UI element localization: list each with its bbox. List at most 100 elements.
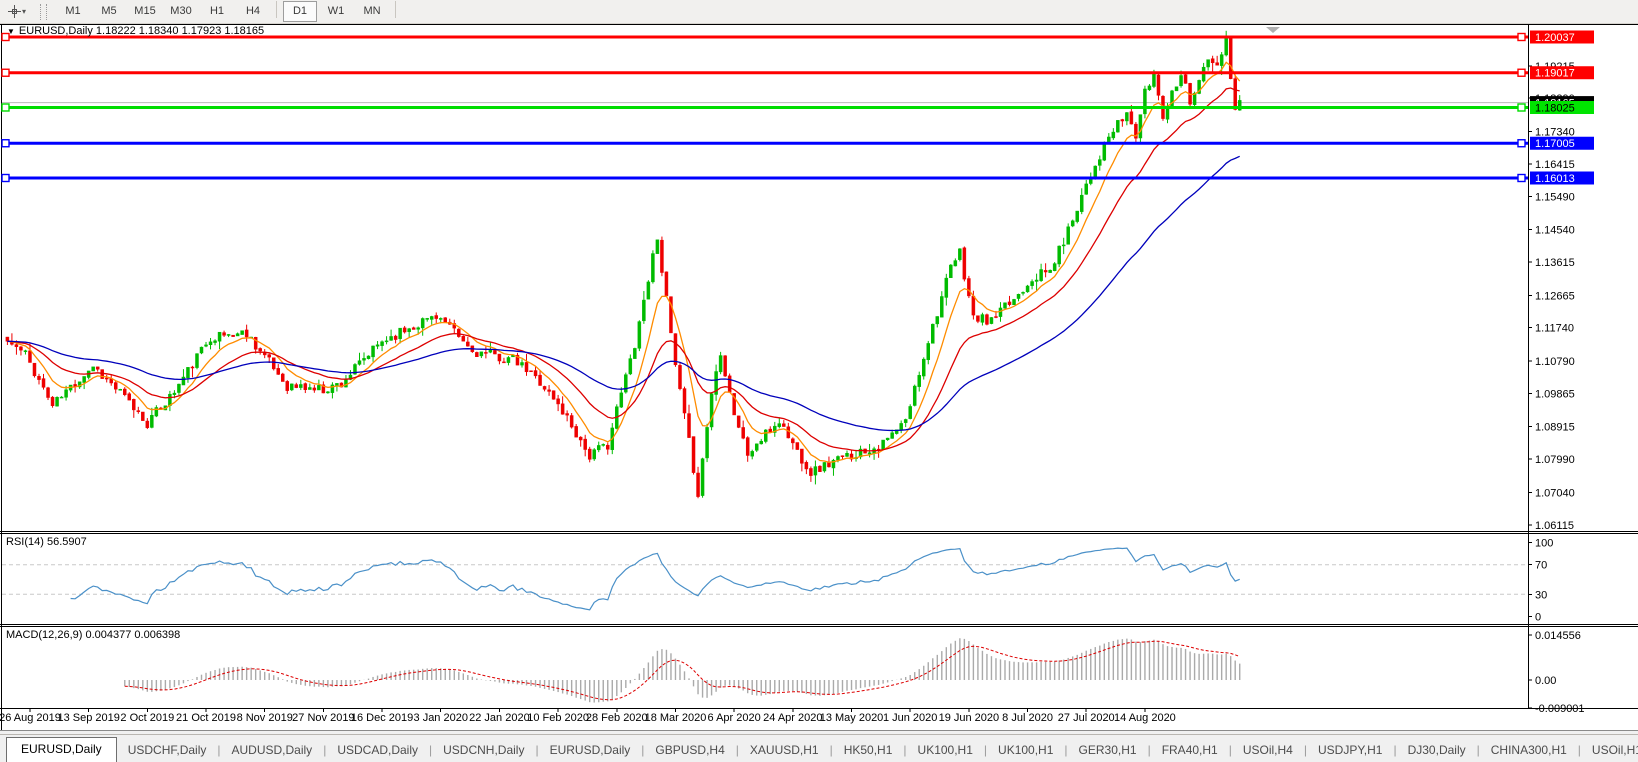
candle bbox=[945, 278, 948, 297]
candle bbox=[299, 384, 302, 387]
rsi-panel[interactable] bbox=[2, 548, 1528, 610]
timeframe-button-mn[interactable]: MN bbox=[355, 1, 389, 22]
candle bbox=[940, 297, 943, 318]
price-tick-label: 1.07990 bbox=[1535, 454, 1575, 466]
tab-usdchf-daily[interactable]: USDCHF,Daily bbox=[117, 739, 218, 762]
candle bbox=[985, 315, 988, 325]
candle bbox=[823, 462, 826, 471]
chevron-down-icon[interactable]: ▾ bbox=[22, 7, 26, 16]
line-handle[interactable] bbox=[1518, 140, 1525, 147]
rsi-tick-label: 0 bbox=[1535, 612, 1541, 624]
tab-eurusd-daily[interactable]: EURUSD,Daily bbox=[539, 739, 642, 762]
chart-menu-icon[interactable]: ▼ bbox=[7, 27, 15, 36]
candle bbox=[751, 451, 754, 456]
timeframe-button-m1[interactable]: M1 bbox=[56, 1, 90, 22]
candle bbox=[904, 419, 907, 422]
resistance-line-1.19017[interactable] bbox=[2, 69, 1528, 76]
tab-fra40-h1[interactable]: FRA40,H1 bbox=[1151, 739, 1229, 762]
price-tick-label: 1.17340 bbox=[1535, 127, 1575, 139]
tab-usdcad-daily[interactable]: USDCAD,Daily bbox=[326, 739, 429, 762]
price-tick-label: 1.06115 bbox=[1535, 520, 1574, 532]
timeframe-button-d1[interactable]: D1 bbox=[283, 1, 317, 22]
date-tick-label: 22 Jan 2020 bbox=[469, 712, 530, 724]
timeframe-button-w1[interactable]: W1 bbox=[319, 1, 353, 22]
tab-hk50-h1[interactable]: HK50,H1 bbox=[833, 739, 904, 762]
candle bbox=[236, 334, 239, 336]
main-price-panel[interactable] bbox=[2, 31, 1528, 498]
tab-eurusd-daily[interactable]: EURUSD,Daily bbox=[6, 737, 117, 762]
toolbar-grip-handle[interactable] bbox=[40, 4, 47, 20]
tab-usdjpy-h1[interactable]: USDJPY,H1 bbox=[1307, 739, 1393, 762]
date-tick-label: 3 Jan 2020 bbox=[414, 712, 468, 724]
candle bbox=[335, 383, 338, 385]
candle bbox=[19, 347, 22, 350]
tab-ger30-h1[interactable]: GER30,H1 bbox=[1068, 739, 1148, 762]
line-handle[interactable] bbox=[1518, 69, 1525, 76]
candle bbox=[1211, 59, 1214, 63]
macd-panel[interactable] bbox=[125, 638, 1240, 702]
chart-shift-marker-icon[interactable] bbox=[1266, 27, 1280, 33]
candle bbox=[92, 367, 95, 371]
price-chart-canvas[interactable]: 1.192151.182901.173401.164151.154901.145… bbox=[0, 24, 1638, 731]
crosshair-icon[interactable]: ▾ bbox=[4, 3, 30, 21]
candle bbox=[317, 385, 320, 390]
candle bbox=[999, 308, 1002, 317]
price-axis[interactable]: 1.192151.182901.173401.164151.154901.145… bbox=[1528, 31, 1594, 715]
pivot-line-1.18025[interactable] bbox=[2, 104, 1528, 111]
candle bbox=[764, 430, 767, 442]
tab-usdcnh-daily[interactable]: USDCNH,Daily bbox=[432, 739, 535, 762]
candle bbox=[376, 345, 379, 346]
tab-xauusd-h1[interactable]: XAUUSD,H1 bbox=[739, 739, 830, 762]
date-tick-label: 8 Nov 2019 bbox=[237, 712, 293, 724]
candle bbox=[836, 456, 839, 460]
price-tick-label: 1.15490 bbox=[1535, 191, 1575, 203]
candle bbox=[313, 388, 316, 390]
candle bbox=[268, 355, 271, 358]
candle bbox=[1076, 211, 1079, 221]
tab-uk100-h1[interactable]: UK100,H1 bbox=[987, 739, 1064, 762]
candle bbox=[678, 365, 681, 388]
tab-gbpusd-h4[interactable]: GBPUSD,H4 bbox=[644, 739, 735, 762]
price-tick-label: 1.08915 bbox=[1535, 422, 1575, 434]
tab-audusd-daily[interactable]: AUDUSD,Daily bbox=[221, 739, 324, 762]
line-handle[interactable] bbox=[2, 104, 9, 111]
top-toolbar: ▾ M1M5M15M30H1H4 D1W1MN bbox=[0, 0, 1638, 24]
tab-china300-h1[interactable]: CHINA300,H1 bbox=[1480, 739, 1578, 762]
candle bbox=[575, 426, 578, 437]
timeframe-button-m5[interactable]: M5 bbox=[92, 1, 126, 22]
candle bbox=[24, 351, 27, 352]
candle bbox=[241, 331, 244, 335]
support-line-1.16013[interactable] bbox=[2, 175, 1528, 182]
candle bbox=[539, 375, 542, 385]
support-line-1.17005[interactable] bbox=[2, 140, 1528, 147]
line-handle[interactable] bbox=[1518, 34, 1525, 41]
candle bbox=[805, 462, 808, 469]
candle bbox=[1207, 60, 1210, 67]
line-handle[interactable] bbox=[2, 69, 9, 76]
candle bbox=[1143, 89, 1146, 114]
timeframe-button-h1[interactable]: H1 bbox=[200, 1, 234, 22]
candle bbox=[782, 424, 785, 427]
candle bbox=[232, 335, 235, 336]
candle bbox=[372, 346, 375, 357]
timeframe-button-m30[interactable]: M30 bbox=[164, 1, 198, 22]
tab-usoil-h1[interactable]: USOil,H1 bbox=[1581, 739, 1638, 762]
line-handle[interactable] bbox=[1518, 104, 1525, 111]
tab-uk100-h1[interactable]: UK100,H1 bbox=[907, 739, 984, 762]
candle bbox=[295, 385, 298, 388]
tab-dj30-daily[interactable]: DJ30,Daily bbox=[1397, 739, 1477, 762]
line-handle[interactable] bbox=[2, 140, 9, 147]
candle bbox=[742, 427, 745, 438]
candle bbox=[597, 445, 600, 449]
chart-tab-bar: EURUSD,DailyUSDCHF,Daily|AUDUSD,Daily|US… bbox=[0, 734, 1638, 762]
line-price-label-1.20037: 1.20037 bbox=[1530, 31, 1594, 45]
candle bbox=[683, 389, 686, 413]
line-handle[interactable] bbox=[1518, 175, 1525, 182]
time-axis[interactable]: 26 Aug 201913 Sep 20192 Oct 201921 Oct 2… bbox=[0, 708, 1176, 724]
timeframe-button-h4[interactable]: H4 bbox=[236, 1, 270, 22]
candle bbox=[1139, 115, 1142, 138]
tab-usoil-h4[interactable]: USOil,H4 bbox=[1232, 739, 1304, 762]
candle bbox=[489, 350, 492, 352]
line-handle[interactable] bbox=[2, 175, 9, 182]
timeframe-button-m15[interactable]: M15 bbox=[128, 1, 162, 22]
